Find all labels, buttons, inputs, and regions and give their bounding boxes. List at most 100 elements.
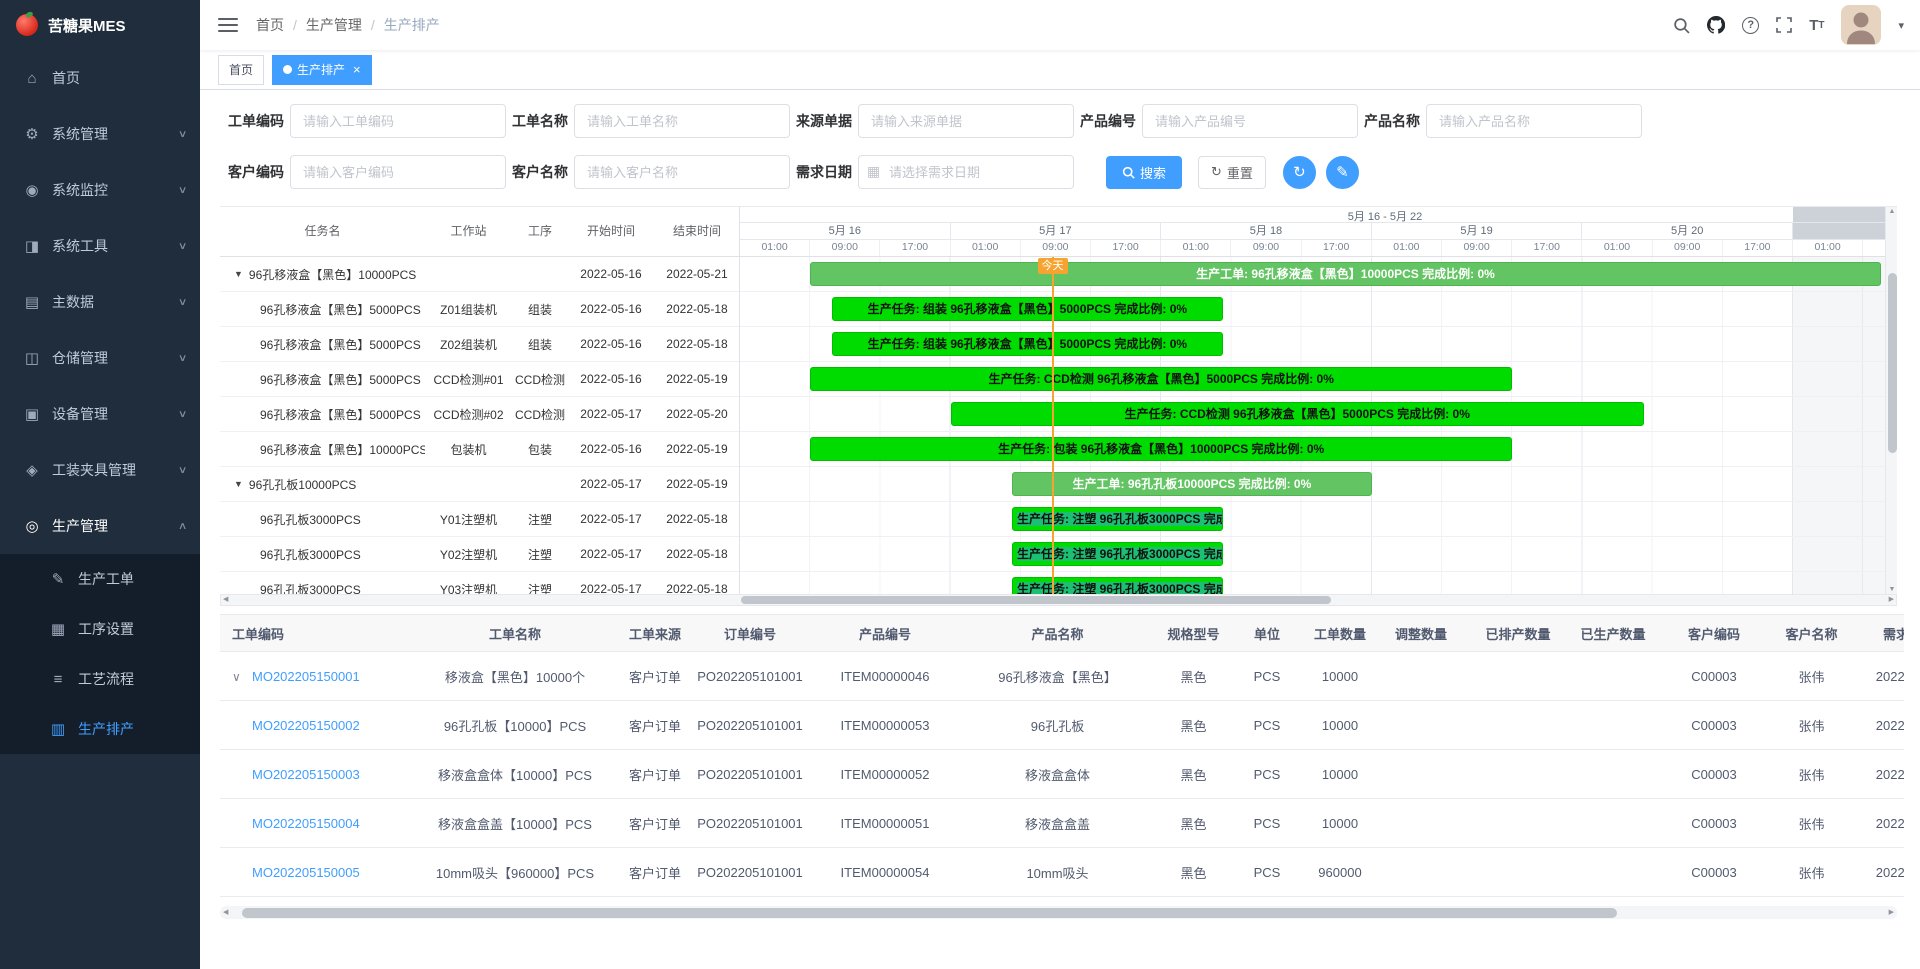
- reset-button[interactable]: ↻ 重置: [1198, 156, 1266, 189]
- sidebar-item[interactable]: ▣设备管理∨: [0, 386, 200, 442]
- filter-input[interactable]: [1426, 104, 1642, 138]
- filter-input[interactable]: [1142, 104, 1358, 138]
- gantt-bar[interactable]: 生产工单: 96孔孔板10000PCS 完成比例: 0%: [1012, 472, 1372, 496]
- filter-input[interactable]: [858, 104, 1074, 138]
- order-link[interactable]: MO202205150001: [252, 669, 360, 684]
- search-button[interactable]: 搜索: [1106, 156, 1182, 189]
- gantt-row[interactable]: 生产任务: 组装 96孔移液盒【黑色】5000PCS 完成比例: 0%: [740, 292, 1885, 327]
- gantt-task-row[interactable]: 96孔孔板3000PCSY02注塑机注塑2022-05-172022-05-18: [220, 537, 739, 572]
- gantt-task-row[interactable]: ▼96孔移液盒【黑色】10000PCS2022-05-162022-05-21: [220, 257, 739, 292]
- scroll-right-icon[interactable]: ▶: [1889, 595, 1894, 605]
- sidebar-subitem[interactable]: ≡工艺流程: [0, 654, 200, 704]
- sidebar-subitem[interactable]: ▦工序设置: [0, 604, 200, 654]
- gantt-row[interactable]: 生产任务: 组装 96孔移液盒【黑色】5000PCS 完成比例: 0%: [740, 327, 1885, 362]
- filter-input[interactable]: [574, 104, 790, 138]
- gantt-row[interactable]: 生产任务: CCD检测 96孔移液盒【黑色】5000PCS 完成比例: 0%: [740, 362, 1885, 397]
- table-row[interactable]: ∨MO202205150001移液盒【黑色】10000个客户订单PO202205…: [220, 652, 1904, 701]
- scroll-left-icon[interactable]: ◀: [223, 595, 228, 605]
- filter-input[interactable]: [574, 155, 790, 189]
- sidebar-item[interactable]: ◉系统监控∨: [0, 162, 200, 218]
- gantt-vertical-scrollbar[interactable]: ▲ ▼: [1885, 207, 1897, 594]
- filter-input[interactable]: [290, 155, 506, 189]
- scroll-left-icon[interactable]: ◀: [223, 906, 228, 919]
- search-icon[interactable]: [1673, 17, 1690, 34]
- gantt-bar[interactable]: 生产任务: 注塑 96孔孔板3000PCS 完成比例: 0%: [1012, 507, 1223, 531]
- gantt-bar[interactable]: 生产任务: CCD检测 96孔移液盒【黑色】5000PCS 完成比例: 0%: [810, 367, 1512, 391]
- gantt-bar[interactable]: 生产任务: 注塑 96孔孔板3000PCS 完成比例: 0%: [1012, 577, 1223, 594]
- tab-home[interactable]: 首页: [218, 55, 264, 85]
- edit-schedule-button[interactable]: ✎: [1326, 156, 1359, 189]
- table-hscroll-thumb[interactable]: [242, 908, 1617, 918]
- breadcrumb-production[interactable]: 生产管理: [306, 15, 362, 35]
- order-link[interactable]: MO202205150004: [252, 816, 360, 831]
- app-logo[interactable]: 苦糖果MES: [0, 0, 200, 50]
- scroll-right-icon[interactable]: ▶: [1889, 906, 1894, 919]
- sidebar-item[interactable]: ▤主数据∨: [0, 274, 200, 330]
- gantt-row[interactable]: 生产任务: CCD检测 96孔移液盒【黑色】5000PCS 完成比例: 0%: [740, 397, 1885, 432]
- column-header: 工单数量: [1302, 615, 1378, 652]
- gantt-hour-row: 01:0009:0017:0001:0009:0017:0001:0009:00…: [740, 240, 1885, 257]
- gantt-row[interactable]: 生产工单: 96孔移液盒【黑色】10000PCS 完成比例: 0%: [740, 257, 1885, 292]
- github-icon[interactable]: [1707, 16, 1725, 34]
- gantt-task-row[interactable]: 96孔移液盒【黑色】5000PCSZ01组装机组装2022-05-162022-…: [220, 292, 739, 327]
- gantt-task-row[interactable]: 96孔移液盒【黑色】5000PCSCCD检测#01CCD检测2022-05-16…: [220, 362, 739, 397]
- gantt-horizontal-scrollbar[interactable]: ◀ ▶: [220, 594, 1897, 606]
- active-tab-dot-icon: [283, 65, 292, 74]
- gantt-row[interactable]: 生产任务: 注塑 96孔孔板3000PCS 完成比例: 0%: [740, 537, 1885, 572]
- sidebar-item[interactable]: ◨系统工具∨: [0, 218, 200, 274]
- gantt-row[interactable]: 生产任务: 注塑 96孔孔板3000PCS 完成比例: 0%: [740, 572, 1885, 594]
- gantt-task-row[interactable]: 96孔孔板3000PCSY03注塑机注塑2022-05-172022-05-18: [220, 572, 739, 594]
- scroll-down-icon[interactable]: ▼: [1887, 586, 1897, 593]
- sidebar-item[interactable]: ◈工装夹具管理∨: [0, 442, 200, 498]
- filter-input[interactable]: [858, 155, 1074, 189]
- sidebar-item[interactable]: ⌂首页: [0, 50, 200, 106]
- gantt-row[interactable]: 生产工单: 96孔孔板10000PCS 完成比例: 0%: [740, 467, 1885, 502]
- sidebar-item[interactable]: ⚙系统管理∨: [0, 106, 200, 162]
- gantt-row[interactable]: 生产任务: 包装 96孔移液盒【黑色】10000PCS 完成比例: 0%: [740, 432, 1885, 467]
- fullscreen-icon[interactable]: [1776, 17, 1792, 33]
- sidebar-item[interactable]: ◎生产管理∧: [0, 498, 200, 554]
- table-row[interactable]: ∨MO20220515000510mm吸头【960000】PCS客户订单PO20…: [220, 848, 1904, 897]
- table-row[interactable]: ∨MO202205150004移液盒盒盖【10000】PCS客户订单PO2022…: [220, 799, 1904, 848]
- gantt-task-row[interactable]: 96孔孔板3000PCSY01注塑机注塑2022-05-172022-05-18: [220, 502, 739, 537]
- gantt-task-row[interactable]: 96孔移液盒【黑色】10000PCS包装机包装2022-05-162022-05…: [220, 432, 739, 467]
- expand-row-icon[interactable]: ∨: [232, 670, 252, 684]
- gantt-task-row[interactable]: 96孔移液盒【黑色】5000PCSCCD检测#02CCD检测2022-05-17…: [220, 397, 739, 432]
- gantt-bar[interactable]: 生产任务: 注塑 96孔孔板3000PCS 完成比例: 0%: [1012, 542, 1223, 566]
- collapse-icon[interactable]: ▼: [234, 479, 243, 489]
- gantt-bar[interactable]: 生产任务: 组装 96孔移液盒【黑色】5000PCS 完成比例: 0%: [832, 332, 1222, 356]
- font-size-icon[interactable]: TT: [1809, 17, 1824, 34]
- table-row[interactable]: ∨MO20220515000296孔孔板【10000】PCS客户订单PO2022…: [220, 701, 1904, 750]
- order-link[interactable]: MO202205150002: [252, 718, 360, 733]
- today-marker-label: 今天: [1038, 258, 1068, 274]
- collapse-icon[interactable]: ▼: [234, 269, 243, 279]
- gantt-hour-cell: 01:00: [951, 240, 1021, 257]
- order-link[interactable]: MO202205150003: [252, 767, 360, 782]
- sidebar-subitem[interactable]: ✎生产工单: [0, 554, 200, 604]
- gantt-bar[interactable]: 生产工单: 96孔移液盒【黑色】10000PCS 完成比例: 0%: [810, 262, 1881, 286]
- gantt-bar[interactable]: 生产任务: CCD检测 96孔移液盒【黑色】5000PCS 完成比例: 0%: [951, 402, 1644, 426]
- gantt-process-cell: CCD检测: [512, 406, 568, 423]
- reschedule-button[interactable]: ↻: [1283, 156, 1316, 189]
- tab-close-icon[interactable]: ×: [353, 62, 361, 77]
- sidebar-toggle-icon[interactable]: [218, 18, 238, 32]
- gantt-task-row[interactable]: ▼96孔孔板10000PCS2022-05-172022-05-19: [220, 467, 739, 502]
- order-link[interactable]: MO202205150005: [252, 865, 360, 880]
- help-icon[interactable]: ?: [1742, 17, 1759, 34]
- scroll-up-icon[interactable]: ▲: [1887, 208, 1897, 215]
- gantt-task-row[interactable]: 96孔移液盒【黑色】5000PCSZ02组装机组装2022-05-162022-…: [220, 327, 739, 362]
- table-horizontal-scrollbar[interactable]: ◀ ▶: [220, 906, 1897, 919]
- tab-production-scheduling[interactable]: 生产排产 ×: [272, 55, 372, 85]
- caret-down-icon[interactable]: ▾: [1898, 19, 1904, 32]
- gantt-bar[interactable]: 生产任务: 包装 96孔移液盒【黑色】10000PCS 完成比例: 0%: [810, 437, 1512, 461]
- filter-input[interactable]: [290, 104, 506, 138]
- sidebar-item[interactable]: ◫仓储管理∨: [0, 330, 200, 386]
- gantt-vscroll-thumb[interactable]: [1888, 273, 1897, 453]
- gantt-row[interactable]: 生产任务: 注塑 96孔孔板3000PCS 完成比例: 0%: [740, 502, 1885, 537]
- avatar[interactable]: [1841, 5, 1881, 45]
- table-row[interactable]: ∨MO202205150003移液盒盒体【10000】PCS客户订单PO2022…: [220, 750, 1904, 799]
- breadcrumb-home[interactable]: 首页: [256, 15, 284, 35]
- sidebar-subitem[interactable]: ▥生产排产: [0, 704, 200, 754]
- gantt-hscroll-thumb[interactable]: [741, 596, 1331, 604]
- gantt-bar[interactable]: 生产任务: 组装 96孔移液盒【黑色】5000PCS 完成比例: 0%: [832, 297, 1222, 321]
